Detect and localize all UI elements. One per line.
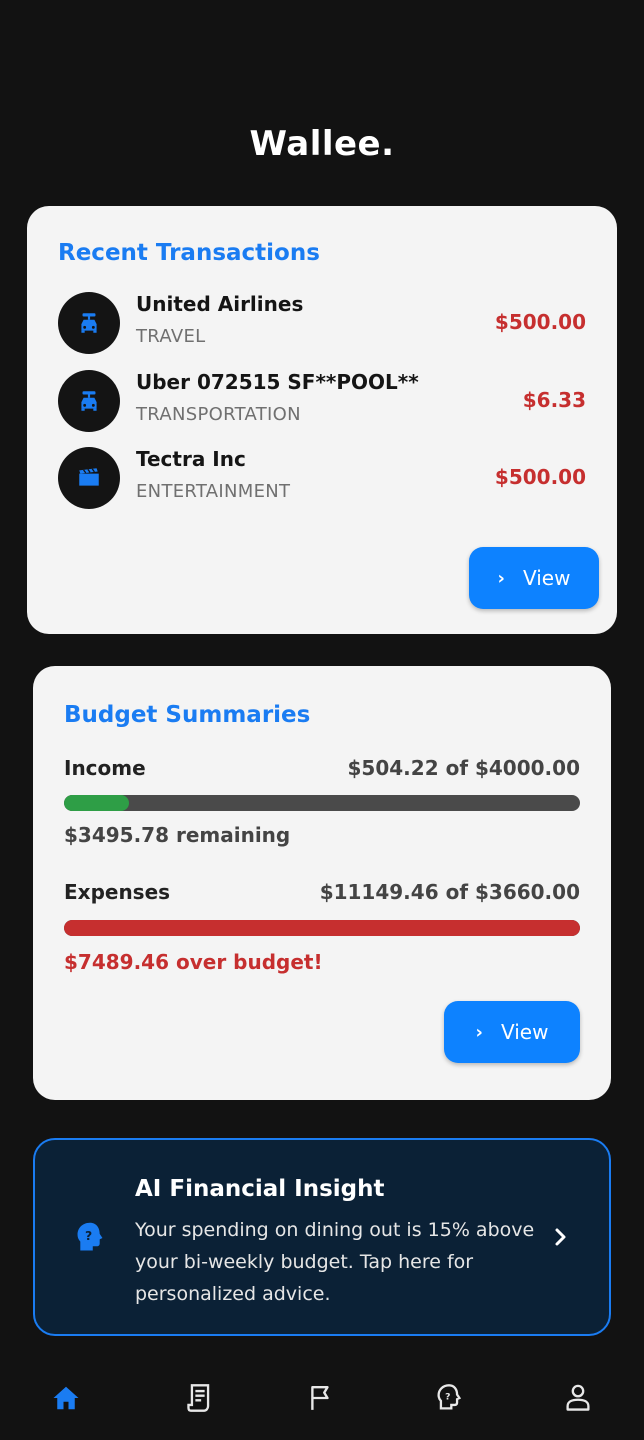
income-remaining: $3495.78 remaining	[64, 823, 291, 847]
home-icon	[53, 1386, 79, 1410]
transaction-name: United Airlines	[136, 292, 304, 316]
chevron-right-icon: ›	[497, 567, 505, 589]
expenses-progress-fill	[64, 920, 580, 936]
nav-advisor[interactable]: ?	[425, 1374, 473, 1422]
view-transactions-button[interactable]: › View	[469, 547, 599, 609]
transaction-amount: $6.33	[522, 388, 586, 412]
view-label: View	[500, 1020, 549, 1044]
income-label: Income	[64, 756, 146, 780]
income-progress-fill	[64, 795, 130, 811]
ai-insight-body: Your spending on dining out is 15% above…	[135, 1219, 535, 1305]
svg-text:?: ?	[445, 1392, 450, 1403]
profile-icon	[566, 1384, 590, 1411]
chevron-right-icon	[553, 1226, 569, 1252]
transaction-category: TRAVEL	[136, 326, 206, 347]
car-icon	[58, 292, 120, 354]
receipt-icon	[187, 1384, 210, 1412]
transaction-row[interactable]: Tectra Inc ENTERTAINMENT $500.00	[58, 447, 586, 511]
nav-profile[interactable]	[554, 1374, 602, 1422]
recent-transactions-card: Recent Transactions United Airlines TRAV…	[27, 206, 617, 634]
transaction-row[interactable]: United Airlines TRAVEL $500.00	[58, 292, 586, 356]
recent-transactions-title: Recent Transactions	[58, 240, 320, 266]
nav-transactions[interactable]	[176, 1374, 224, 1422]
transaction-amount: $500.00	[494, 465, 586, 489]
nav-home[interactable]	[42, 1374, 90, 1422]
car-icon	[58, 370, 120, 432]
movie-icon	[58, 447, 120, 509]
chevron-right-icon: ›	[475, 1021, 483, 1043]
expenses-label: Expenses	[64, 880, 171, 904]
view-label: View	[522, 566, 571, 590]
income-progress-bar	[64, 795, 580, 811]
bottom-nav: ?	[0, 1360, 644, 1440]
ai-insight-title: AI Financial Insight	[135, 1176, 385, 1202]
transaction-amount: $500.00	[494, 310, 586, 334]
nav-goals[interactable]	[297, 1374, 345, 1422]
expenses-progress-bar	[64, 920, 580, 936]
budget-summaries-title: Budget Summaries	[64, 702, 311, 728]
view-budgets-button[interactable]: › View	[444, 1001, 580, 1063]
expenses-value: $11149.46 of $3660.00	[319, 880, 580, 904]
transaction-row[interactable]: Uber 072515 SF**POOL** TRANSPORTATION $6…	[58, 370, 586, 434]
transaction-name: Tectra Inc	[136, 447, 246, 471]
budget-summaries-card: Budget Summaries Income $504.22 of $4000…	[33, 666, 611, 1100]
ai-insight-card[interactable]: ? AI Financial Insight Your spending on …	[33, 1138, 611, 1336]
transaction-category: ENTERTAINMENT	[136, 481, 291, 502]
ai-head-icon: ?	[73, 1220, 107, 1260]
app-title: Wallee.	[249, 124, 395, 164]
expenses-over-budget: $7489.46 over budget!	[64, 950, 323, 974]
svg-text:?: ?	[85, 1228, 92, 1243]
transaction-category: TRANSPORTATION	[136, 404, 301, 425]
flag-icon	[311, 1386, 329, 1410]
income-value: $504.22 of $4000.00	[347, 756, 580, 780]
transaction-name: Uber 072515 SF**POOL**	[136, 370, 419, 394]
advisor-icon: ?	[437, 1384, 462, 1410]
